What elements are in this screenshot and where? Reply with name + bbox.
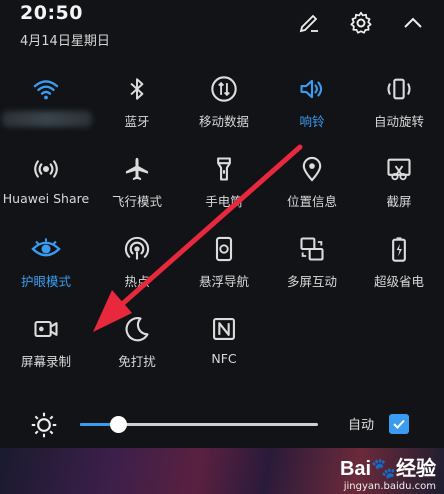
tile-label: 位置信息 xyxy=(286,194,337,209)
moon-icon xyxy=(93,310,181,348)
floating-nav-icon xyxy=(180,230,268,268)
tile-rotate[interactable]: 自动旋转 xyxy=(355,70,443,140)
tile-eye[interactable]: 护眼模式 xyxy=(2,230,90,300)
status-area: 20:50 4月14日星期日 xyxy=(20,2,110,49)
chevron-up-icon[interactable] xyxy=(398,8,428,38)
tile-label: Huawei Share xyxy=(2,191,90,206)
date-text: 4月14日星期日 xyxy=(20,34,110,49)
brightness-icon xyxy=(30,411,58,443)
top-controls xyxy=(294,8,428,38)
tile-label: 免打扰 xyxy=(118,354,156,369)
location-icon xyxy=(268,150,356,188)
brightness-thumb[interactable] xyxy=(110,416,128,433)
screenshot-icon xyxy=(355,150,443,188)
watermark-logo-b: 经验 xyxy=(396,458,436,480)
tile-flashlight[interactable]: 手电筒 xyxy=(180,150,268,220)
battery-saver-icon xyxy=(355,230,443,268)
tile-label: 移动数据 xyxy=(198,114,249,129)
tile-label: 热点 xyxy=(124,274,150,289)
edit-icon[interactable] xyxy=(294,8,324,38)
tile-moon[interactable]: 免打扰 xyxy=(93,310,181,380)
clock-time: 20:50 xyxy=(20,2,83,24)
tile-label: 手电筒 xyxy=(205,194,243,209)
tile-hotspot[interactable]: 热点 xyxy=(93,230,181,300)
tile-label: 屏幕录制 xyxy=(20,354,71,369)
screen-record-icon xyxy=(2,310,90,348)
tile-label xyxy=(2,111,92,130)
brightness-bar: 自动 xyxy=(0,405,444,445)
tile-label: 多屏互动 xyxy=(286,274,337,289)
mobile-data-icon xyxy=(180,70,268,108)
tile-battery-saver[interactable]: 超级省电 xyxy=(355,230,443,300)
brightness-slider[interactable] xyxy=(80,416,318,433)
tile-label: 自动旋转 xyxy=(373,114,424,129)
watermark-logo-a: Bai xyxy=(339,458,372,480)
eye-icon xyxy=(2,230,90,268)
tile-label: 响铃 xyxy=(299,114,325,129)
huawei-share-icon xyxy=(2,150,90,188)
watermark-site: jingyan.baidu.com xyxy=(343,481,436,492)
tile-label: 悬浮导航 xyxy=(198,274,249,289)
tile-floating-nav[interactable]: 悬浮导航 xyxy=(180,230,268,300)
multi-screen-icon xyxy=(268,230,356,268)
tile-screen-record[interactable]: 屏幕录制 xyxy=(2,310,90,380)
tile-label: NFC xyxy=(211,351,237,366)
tile-label: 超级省电 xyxy=(373,274,424,289)
hotspot-icon xyxy=(93,230,181,268)
rotate-icon xyxy=(355,70,443,108)
tile-multi-screen[interactable]: 多屏互动 xyxy=(268,230,356,300)
volume-icon xyxy=(268,70,356,108)
airplane-icon xyxy=(93,150,181,188)
tile-label: 护眼模式 xyxy=(20,274,71,289)
watermark-logo: Bai🐾经验 xyxy=(339,458,436,480)
tile-airplane[interactable]: 飞行模式 xyxy=(93,150,181,220)
tile-label: 蓝牙 xyxy=(124,114,150,129)
redacted-label xyxy=(2,111,92,127)
tile-volume[interactable]: 响铃 xyxy=(268,70,356,140)
tile-screenshot[interactable]: 截屏 xyxy=(355,150,443,220)
tile-mobile-data[interactable]: 移动数据 xyxy=(180,70,268,140)
watermark: Bai🐾经验 jingyan.baidu.com xyxy=(340,452,436,492)
tile-nfc[interactable]: NFC xyxy=(180,310,268,380)
tile-location[interactable]: 位置信息 xyxy=(268,150,356,220)
bluetooth-icon xyxy=(93,70,181,108)
nfc-icon xyxy=(180,310,268,348)
auto-brightness-checkbox[interactable] xyxy=(389,414,409,434)
tile-label: 截屏 xyxy=(386,194,412,209)
auto-brightness-label: 自动 xyxy=(348,418,375,433)
tile-huawei-share[interactable]: Huawei Share xyxy=(2,150,90,220)
flashlight-icon xyxy=(180,150,268,188)
tile-wifi[interactable] xyxy=(2,70,92,140)
wifi-icon xyxy=(2,70,90,108)
tile-label: 飞行模式 xyxy=(111,194,162,209)
tile-bluetooth[interactable]: 蓝牙 xyxy=(93,70,181,140)
gear-icon[interactable] xyxy=(346,8,376,38)
